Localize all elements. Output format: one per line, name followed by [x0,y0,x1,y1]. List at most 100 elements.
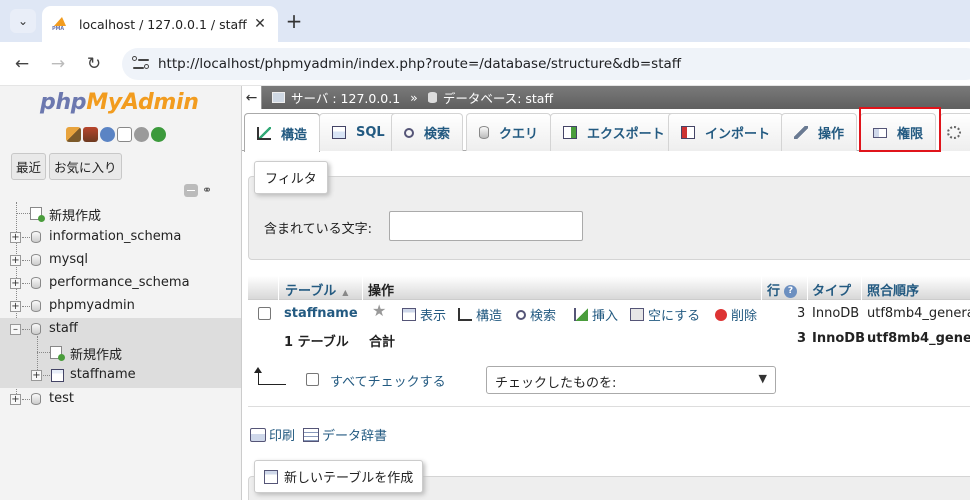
home-icon[interactable] [66,127,81,142]
tab-operations[interactable]: 操作 [781,113,858,151]
help-icon[interactable]: ? [784,285,798,298]
forward-arrow-icon[interactable]: → [46,52,70,76]
recent-tab[interactable]: 最近 [11,153,47,180]
tab-search[interactable]: 検索 [391,113,464,151]
check-all-label[interactable]: すべてチェックする [330,371,446,390]
tab-more[interactable] [940,113,970,151]
site-info-icon[interactable] [132,55,150,73]
tab-sql[interactable]: SQL [319,113,398,151]
header-table[interactable]: テーブル ▲ [285,280,348,299]
export-icon [563,126,577,139]
empty-action[interactable]: 空にする [630,305,700,324]
tab-query[interactable]: クエリ [466,113,552,151]
filter-legend: フィルタ [254,161,328,194]
tab-structure[interactable]: 構造 [244,113,321,152]
tables-header: テーブル ▲ 操作 行? タイプ 照合順序 [248,276,970,300]
tab-label: 権限 [897,127,924,142]
reload-nav-icon[interactable] [151,127,166,142]
browser-tab-bar: ⌄ PMA localhost / 127.0.0.1 / staff | ph… [0,0,970,42]
breadcrumb-server[interactable]: サーバ : 127.0.0.1 [291,88,400,107]
row-checkbox[interactable] [258,307,271,320]
database-icon [31,323,41,335]
tree-item-test[interactable]: + test [0,388,241,411]
tree-item-information-schema[interactable]: + information_schema [0,226,241,249]
header-collation[interactable]: 照合順序 [867,280,919,299]
expand-icon[interactable]: + [10,232,21,243]
total-rows: 3 [797,331,807,346]
database-icon [31,277,41,289]
search-action[interactable]: 検索 [516,305,556,324]
tree-label: 新規作成 [70,348,123,363]
more-gears-icon [947,126,961,139]
check-all-checkbox[interactable] [306,373,319,386]
tree-item-new[interactable]: 新規作成 [0,202,241,225]
header-type[interactable]: タイプ [812,280,851,299]
tab-privileges[interactable]: 権限 [860,113,937,151]
new-tab-button[interactable]: + [285,9,303,33]
tree-item-staffname[interactable]: + staffname [0,364,241,387]
table-name-link[interactable]: staffname [284,306,358,321]
breadcrumb-separator: » [410,90,418,105]
tree-item-performance-schema[interactable]: + performance_schema [0,272,241,295]
favorite-star-icon[interactable]: ★ [372,303,390,319]
expand-icon[interactable]: + [10,278,21,289]
total-label: 合計 [369,335,396,350]
header-rows[interactable]: 行? [767,280,798,299]
browse-action[interactable]: 表示 [402,305,446,324]
tree-item-phpmyadmin[interactable]: + phpmyadmin [0,295,241,318]
insert-action[interactable]: 挿入 [574,305,618,324]
select-value: チェックしたものを: [495,376,617,391]
row-type: InnoDB [812,306,860,321]
phpmyadmin-favicon-icon: PMA [52,17,70,32]
logout-icon[interactable] [83,127,98,142]
sidebar-tabs: 最近 お気に入り [11,153,122,180]
collapse-icon[interactable]: – [10,324,21,335]
table-row: staffname ★ 表示 構造 検索 挿入 空にする 削除 3 InnoDB… [248,302,970,326]
tree-item-mysql[interactable]: + mysql [0,249,241,272]
structure-icon [458,308,472,321]
tab-export[interactable]: エクスポート [550,113,678,151]
row-collation: utf8mb4_general_ci [867,306,970,321]
close-tab-icon[interactable]: ✕ [252,16,268,32]
help-icon[interactable] [100,127,115,142]
sidebar: phpMyAdmin 最近 お気に入り ⚭ 新規作成 + information… [0,86,242,500]
expand-icon[interactable]: + [31,370,42,381]
reload-icon[interactable]: ↻ [82,52,106,76]
tab-label: クエリ [499,127,539,142]
drop-action[interactable]: 削除 [715,305,757,324]
favorites-tab[interactable]: お気に入り [49,153,122,180]
print-link[interactable]: 印刷 [250,425,295,444]
create-table-legend: 新しいテーブルを作成 [254,460,424,493]
chevron-down-icon: ⌄ [17,14,29,28]
back-arrow-icon[interactable]: ← [242,86,262,109]
tree-item-new-table[interactable]: 新規作成 [0,341,241,364]
with-selected-select[interactable]: チェックしたものを: ▼ [486,366,776,394]
tab-label: エクスポート [587,127,665,142]
expand-icon[interactable]: + [10,394,21,405]
expand-icon[interactable]: + [10,301,21,312]
settings-gear-icon[interactable] [134,127,149,142]
new-db-icon [30,207,45,222]
create-table-label: 新しいテーブルを作成 [284,471,414,486]
tree-label: staffname [70,367,136,382]
back-arrow-icon[interactable]: ← [10,52,34,76]
phpmyadmin-logo[interactable]: phpMyAdmin [40,90,199,115]
data-dictionary-link[interactable]: データ辞書 [303,425,387,444]
breadcrumb: ← サーバ : 127.0.0.1 » データベース: staff [242,86,970,109]
database-icon [31,393,41,405]
tab-label: インポート [705,127,771,142]
tab-import[interactable]: インポート [668,113,784,151]
tab-search-button[interactable]: ⌄ [10,9,36,33]
docs-icon[interactable] [117,127,132,142]
expand-icon[interactable]: + [10,255,21,266]
browser-tab[interactable]: PMA localhost / 127.0.0.1 / staff | phpM… [42,6,278,42]
link-with-main-icon[interactable]: ⚭ [202,183,212,197]
tree-controls: ⚭ [184,183,212,197]
filter-input[interactable] [389,211,583,241]
browser-toolbar: ← → ↻ http://localhost/phpmyadmin/index.… [0,42,970,86]
breadcrumb-database[interactable]: データベース: staff [443,88,553,107]
address-bar[interactable]: http://localhost/phpmyadmin/index.php?ro… [122,48,970,80]
url-text: http://localhost/phpmyadmin/index.php?ro… [158,56,682,72]
collapse-all-icon[interactable] [184,183,198,197]
structure-action[interactable]: 構造 [458,305,502,324]
